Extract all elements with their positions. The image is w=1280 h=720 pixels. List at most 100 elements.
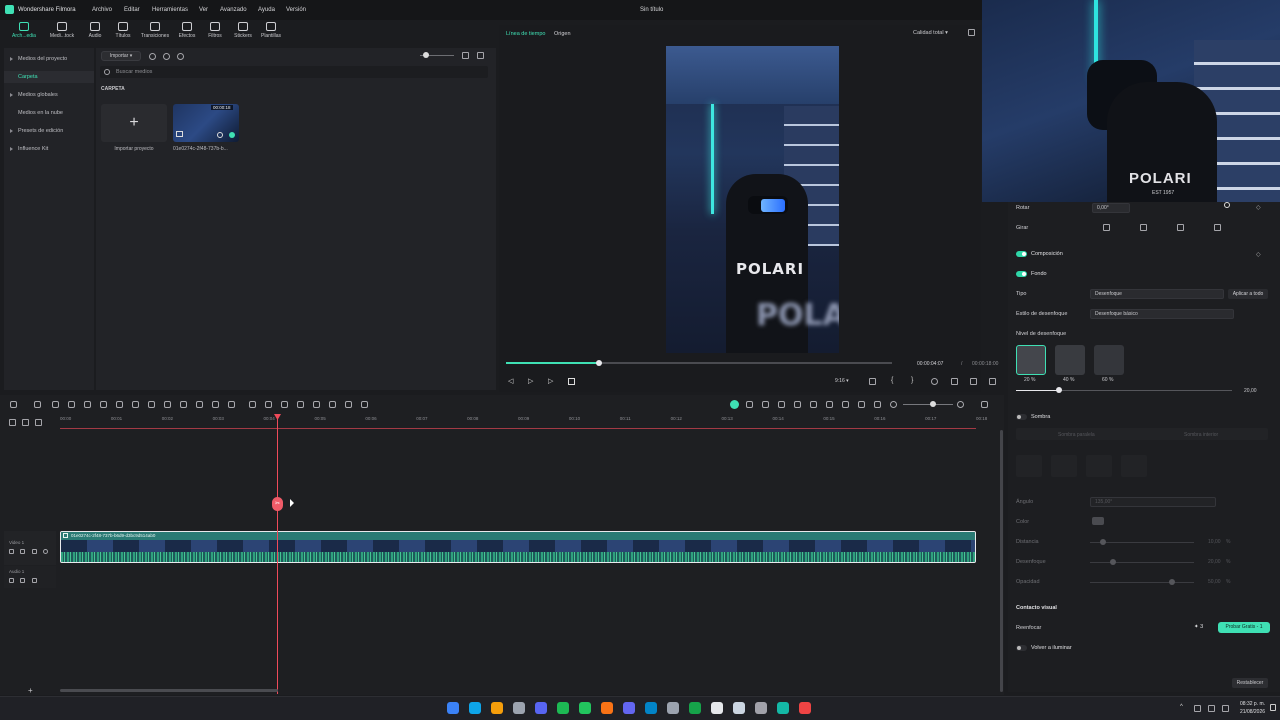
- sidebar-item-project-media[interactable]: Medios del proyecto: [10, 56, 67, 62]
- rotate-tool-icon[interactable]: [212, 401, 219, 408]
- tab-inner-shadow[interactable]: Sombra interior: [1184, 432, 1218, 438]
- text-tool-icon[interactable]: [132, 401, 139, 408]
- zoom-slider-handle[interactable]: [423, 52, 429, 58]
- taskbar-discord-icon[interactable]: [535, 702, 547, 714]
- tab-source-preview[interactable]: Origen: [554, 31, 571, 37]
- stabilize-icon[interactable]: [329, 401, 336, 408]
- shadow-preset-1[interactable]: [1016, 455, 1042, 477]
- zoom-in-icon[interactable]: [957, 401, 964, 408]
- taskbar-chrome-icon[interactable]: [711, 702, 723, 714]
- tab-timeline-preview[interactable]: Línea de tiempo: [506, 31, 545, 37]
- taskbar-steam-icon[interactable]: [667, 702, 679, 714]
- taskbar-settings-icon[interactable]: [733, 702, 745, 714]
- speaker-icon[interactable]: [1208, 705, 1215, 712]
- preview-scrubber-handle[interactable]: [595, 360, 602, 366]
- prev-frame-icon[interactable]: ◁: [508, 377, 513, 385]
- timeline-v-scrollbar[interactable]: [1000, 430, 1003, 692]
- tab-titles[interactable]: Títulos: [105, 22, 141, 44]
- menu-herramientas[interactable]: Herramientas: [152, 7, 188, 13]
- add-track-icon[interactable]: [9, 419, 16, 426]
- fit-icon[interactable]: [869, 378, 876, 385]
- speed-ramp-icon[interactable]: [794, 401, 801, 408]
- tab-drop-shadow[interactable]: Sombra paralela: [1058, 432, 1095, 438]
- effects-icon[interactable]: [931, 378, 938, 385]
- tray-chevron-icon[interactable]: ^: [1180, 704, 1183, 710]
- snap-icon[interactable]: [762, 401, 769, 408]
- eye-icon[interactable]: [43, 549, 48, 554]
- timeline-zoom-handle[interactable]: [930, 401, 936, 407]
- more-tools-icon[interactable]: [361, 401, 368, 408]
- fullscreen-icon[interactable]: [989, 378, 996, 385]
- rotate-dial[interactable]: [1224, 202, 1230, 208]
- playhead[interactable]: [277, 414, 278, 694]
- tab-templates[interactable]: Plantillas: [253, 22, 289, 44]
- shadow-preset-2[interactable]: [1051, 455, 1077, 477]
- timeline-zoom-slider[interactable]: [903, 404, 953, 405]
- apply-all-button[interactable]: Aplicar a todo: [1228, 289, 1268, 299]
- camera-icon[interactable]: [951, 378, 958, 385]
- render-icon[interactable]: [730, 400, 739, 409]
- color-swatch[interactable]: [1092, 517, 1104, 525]
- snapshot-icon[interactable]: [968, 29, 975, 36]
- link-icon[interactable]: [22, 419, 29, 426]
- try-free-button[interactable]: Probar Gratis - 1: [1218, 622, 1270, 633]
- color-icon[interactable]: [164, 401, 171, 408]
- audio-mixer-icon[interactable]: [842, 401, 849, 408]
- sidebar-item-influence-kit[interactable]: Influence Kit: [10, 146, 48, 152]
- mute-icon[interactable]: [20, 549, 25, 554]
- mask-icon[interactable]: [228, 401, 235, 408]
- play-back-icon[interactable]: ▷: [528, 377, 533, 385]
- taskbar-tiktok-icon[interactable]: [799, 702, 811, 714]
- menu-version[interactable]: Versión: [286, 7, 306, 13]
- group-icon[interactable]: [297, 401, 304, 408]
- speed-icon[interactable]: [196, 401, 203, 408]
- lock-icon[interactable]: [9, 549, 14, 554]
- mark-in-icon[interactable]: {: [891, 377, 893, 384]
- track-icon[interactable]: [345, 401, 352, 408]
- filter-icon[interactable]: [462, 52, 469, 59]
- keyframe-icon[interactable]: ◇: [1256, 204, 1261, 211]
- visual-contact-label[interactable]: Contacto visual: [1016, 605, 1057, 611]
- pip-icon[interactable]: [858, 401, 865, 408]
- sidebar-item-folder[interactable]: Carpeta: [18, 74, 38, 80]
- menu-ver[interactable]: Ver: [199, 7, 208, 13]
- opacity-slider-handle[interactable]: [1169, 579, 1175, 585]
- sidebar-item-cloud-media[interactable]: Medios en la nube: [18, 110, 63, 116]
- sidebar-item-presets[interactable]: Presets de edición: [10, 128, 63, 134]
- zoom-out-icon[interactable]: [890, 401, 897, 408]
- rotate-left-icon[interactable]: [1214, 224, 1221, 231]
- shadow-blur-slider-handle[interactable]: [1110, 559, 1116, 565]
- split-icon[interactable]: [249, 401, 256, 408]
- rotate-right-icon[interactable]: [1177, 224, 1184, 231]
- stop-icon[interactable]: [568, 378, 575, 385]
- blur-style-dropdown[interactable]: Desenfoque básico: [1090, 309, 1234, 319]
- taskbar-epic-icon[interactable]: [755, 702, 767, 714]
- background-toggle[interactable]: [1016, 271, 1027, 277]
- wifi-icon[interactable]: [1194, 705, 1201, 712]
- tab-stock-media[interactable]: Medi...tock: [44, 22, 80, 44]
- battery-icon[interactable]: [1222, 705, 1229, 712]
- taskbar-filmora-icon[interactable]: [777, 702, 789, 714]
- taskbar-files-icon[interactable]: [513, 702, 525, 714]
- aspect-ratio-dropdown[interactable]: 9:16 ▾: [835, 378, 849, 384]
- composition-keyframe-icon[interactable]: ◇: [1256, 251, 1261, 258]
- taskbar-edge-icon[interactable]: [469, 702, 481, 714]
- select-tool-icon[interactable]: [34, 401, 41, 408]
- zoom-fit-icon[interactable]: [180, 401, 187, 408]
- import-button[interactable]: Importar ▾: [101, 51, 141, 61]
- cut-icon[interactable]: [100, 401, 107, 408]
- search-box[interactable]: [100, 66, 488, 78]
- clock-time[interactable]: 08:32 p. m.: [1240, 701, 1265, 707]
- type-dropdown[interactable]: Desenfoque: [1090, 289, 1224, 299]
- relight-toggle[interactable]: [1016, 645, 1027, 651]
- menu-ayuda[interactable]: Ayuda: [258, 7, 275, 13]
- split-marker-icon[interactable]: ✂: [272, 497, 283, 511]
- chapter-icon[interactable]: [778, 401, 785, 408]
- opacity-slider[interactable]: [1090, 582, 1194, 583]
- ai-icon[interactable]: [177, 53, 184, 60]
- taskbar-terminal-icon[interactable]: [645, 702, 657, 714]
- duplicate-icon[interactable]: [313, 401, 320, 408]
- taskbar-firefox-icon[interactable]: [601, 702, 613, 714]
- timeline-menu-icon[interactable]: [981, 401, 988, 408]
- flip-vertical-icon[interactable]: [1140, 224, 1147, 231]
